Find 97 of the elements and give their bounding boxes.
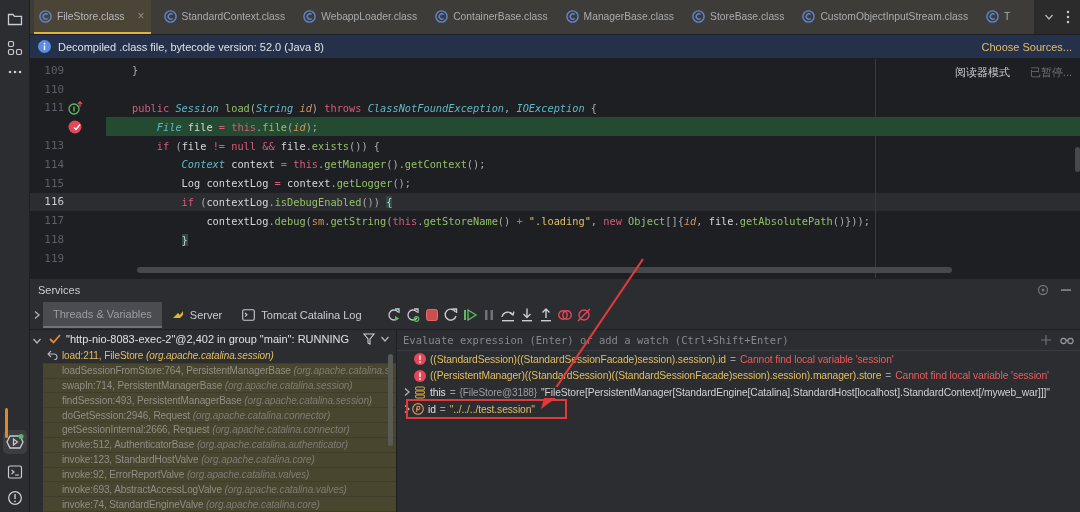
file-tab[interactable]: StoreBase.class [687,0,791,34]
folder-icon[interactable] [6,12,23,26]
parameter-icon [412,403,424,416]
error-icon [414,353,426,366]
panel-title: Services [38,284,82,296]
file-tab[interactable]: StandardContext.class [158,0,292,34]
variable-name: this [430,387,446,398]
services-icon[interactable] [5,433,24,451]
expand-icon[interactable] [402,387,412,398]
return-arrow-icon [47,350,58,361]
variable-name: id [428,403,436,415]
class-icon [163,9,177,23]
file-tab[interactable]: FileStore.class × [34,0,151,34]
line-number: 115 [43,176,64,190]
line-number: 118 [43,233,64,247]
stack-frame[interactable]: invoke:74, StandardEngineValve (org.apache.catalina.core) [43,497,396,512]
info-icon [38,40,51,53]
paused-status: 已暂停... [1029,65,1072,80]
line-number: 117 [43,214,64,228]
class-icon [39,9,52,23]
panel-tab[interactable]: Tomcat Catalina Log [232,302,372,328]
options-icon[interactable] [1036,283,1050,297]
variable-value: "../../../test.session" [449,403,535,415]
tab-list-icon[interactable] [1044,12,1054,22]
line-number: 114 [43,157,64,171]
file-tab[interactable]: ContainerBase.class [430,0,554,34]
class-icon [692,9,705,23]
glasses-icon[interactable] [1060,335,1074,345]
reader-mode-toggle[interactable]: 阅读器模式 [954,65,1010,80]
scrollbar[interactable] [388,354,393,446]
restart-icon[interactable] [442,307,459,323]
line-number: 113 [43,139,64,153]
breakpoint-icon [68,119,82,134]
close-tab-button[interactable]: × [137,9,145,23]
more-options-icon[interactable] [1066,10,1070,24]
variable-value: Cannot find local variable 'session' [739,353,894,365]
stack-frame[interactable]: getSessionInternal:2666, Request (org.apache.catalina.connector) [43,423,396,438]
class-icon [565,9,579,23]
code-line: } [132,64,139,77]
panel-tab[interactable]: Threads & Variables [43,302,162,328]
field-icon [414,386,426,399]
line-number: 110 [43,82,64,96]
mute-breakpoints-icon[interactable] [575,307,592,323]
equals-sign: = [439,403,446,415]
stop-icon[interactable] [423,307,440,323]
code-line: File file = this.file(id); [155,120,319,133]
resume-icon[interactable] [461,307,478,323]
terminal-icon[interactable] [6,464,23,480]
equals-sign: = [730,353,736,365]
log-icon [242,309,256,321]
stack-frame[interactable]: findSession:493, PersistentManagerBase (org.apache.catalina.session) [43,393,396,409]
stack-frame[interactable]: invoke:693, AbstractAccessLogValve (org.apache.catalina.valves) [43,482,396,498]
equals-sign: = [449,387,456,398]
structure-icon[interactable] [6,40,23,56]
class-icon [802,9,816,23]
vertical-scrollbar[interactable] [1075,147,1080,172]
line-number: 116 [43,195,64,209]
expand-icon[interactable] [402,404,412,415]
file-tab[interactable]: WebappLoader.class [298,0,424,34]
line-number: 119 [43,251,64,265]
file-tab[interactable]: ManagerBase.class [560,0,680,34]
stack-frame[interactable]: load:211, FileStore (org.apache.catalina.session) [43,347,396,364]
equals-sign: = [885,370,892,382]
file-tab[interactable]: T [981,0,1017,34]
code-line: contextLog.debug(sm.getString(this.getStoreName() + ".loading", new Object[]{id, file.getAbsolutePath()})); [205,214,870,227]
variable-value: Cannot find local variable 'session' [895,370,1049,382]
more-icon[interactable] [7,70,22,74]
code-line: Context context = this.getManager().getContext(); [180,158,486,171]
banner-message: Decompiled .class file, bytecode version: 52.0 (Java 8) [58,40,324,53]
class-icon [303,9,317,23]
class-icon [986,9,1000,23]
implements-marker-icon[interactable] [68,101,83,115]
code-line: if (contextLog.isDebugEnabled()) { [180,195,393,208]
collapse-icon[interactable] [31,336,42,346]
code-line: public Session load(String id) throws ClassNotFoundException, IOException { [132,102,598,114]
thread-label[interactable]: "http-nio-8083-exec-2"@2,402 in group "main": RUNNING [66,332,358,345]
class-icon [435,9,449,23]
error-icon [414,369,426,382]
rerun-tests-icon[interactable] [404,307,421,323]
panel-tab[interactable]: Server [161,302,233,328]
horizontal-scrollbar[interactable] [137,267,952,273]
variable-value: "FileStore[PersistentManager[StandardEngine[Catalina].StandardHost[localhost].StandardContext[/myweb_war]]]" [541,387,1050,398]
code-line: Log contextLog = context.getLogger(); [180,177,412,190]
code-line: if (file != null && file.exists()) { [155,139,381,152]
file-tab[interactable]: CustomObjectInputStream.class [797,0,975,34]
check-icon [49,333,61,344]
line-number: 111 [43,101,64,115]
scroll-indicator [5,408,8,438]
line-number: 109 [43,63,64,77]
problems-icon[interactable] [6,490,23,506]
server-icon [171,309,184,321]
choose-sources-link[interactable]: Choose Sources... [981,40,1072,53]
stack-frame[interactable]: doGetSession:2946, Request (org.apache.catalina.connector) [43,408,396,424]
filter-icon[interactable] [363,332,375,345]
object-id: {FileStore@3188} [459,387,538,398]
rerun-icon[interactable] [385,307,402,323]
breakpoints-icon[interactable] [556,307,573,323]
